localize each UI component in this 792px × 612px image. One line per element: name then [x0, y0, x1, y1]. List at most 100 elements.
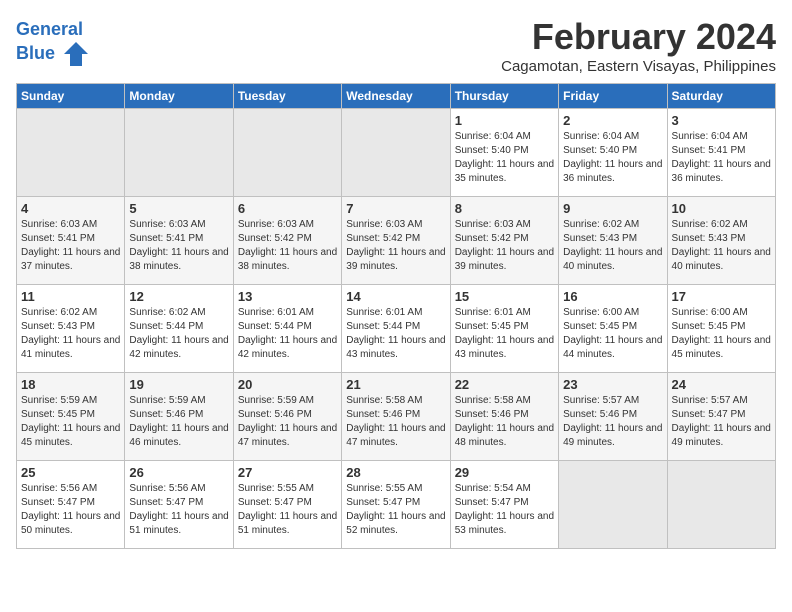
- daylight-label: Daylight: 11 hours and 43 minutes.: [455, 335, 554, 360]
- calendar-cell: 26Sunrise: 5:56 AMSunset: 5:47 PMDayligh…: [125, 461, 233, 549]
- sunrise-label: Sunrise: 6:00 AM: [563, 307, 639, 318]
- daylight-label: Daylight: 11 hours and 44 minutes.: [563, 335, 662, 360]
- calendar-cell: [233, 109, 341, 197]
- calendar-cell: 15Sunrise: 6:01 AMSunset: 5:45 PMDayligh…: [450, 285, 558, 373]
- header-sunday: Sunday: [17, 84, 125, 109]
- calendar-cell: 18Sunrise: 5:59 AMSunset: 5:45 PMDayligh…: [17, 373, 125, 461]
- calendar-cell: [342, 109, 450, 197]
- sunset-label: Sunset: 5:46 PM: [129, 409, 203, 420]
- sunrise-label: Sunrise: 5:57 AM: [672, 395, 748, 406]
- cell-content: Sunrise: 5:59 AMSunset: 5:46 PMDaylight:…: [129, 394, 228, 450]
- title-block: February 2024 Cagamotan, Eastern Visayas…: [501, 16, 776, 75]
- day-number: 25: [21, 465, 120, 480]
- day-number: 1: [455, 113, 554, 128]
- sunrise-label: Sunrise: 6:01 AM: [238, 307, 314, 318]
- sunrise-label: Sunrise: 6:02 AM: [672, 219, 748, 230]
- cell-content: Sunrise: 5:59 AM Sunset: 5:45 PM Daylight:…: [21, 394, 120, 450]
- calendar-cell: 13Sunrise: 6:01 AMSunset: 5:44 PMDayligh…: [233, 285, 341, 373]
- daylight-label: Daylight: 11 hours and 42 minutes.: [129, 335, 228, 360]
- logo-icon: [62, 40, 90, 68]
- daylight-label: Daylight: 11 hours and 38 minutes.: [129, 247, 228, 272]
- calendar-cell: 3 Sunrise: 6:04 AMSunset: 5:41 PMDaylight…: [667, 109, 775, 197]
- cell-content: Sunrise: 5:58 AMSunset: 5:46 PMDaylight:…: [346, 394, 445, 450]
- daylight-label: Daylight: 11 hours and 45 minutes.: [21, 423, 120, 448]
- day-number: 5: [129, 201, 228, 216]
- sunset-label: Sunset: 5:47 PM: [21, 497, 95, 508]
- calendar-cell: 21 Sunrise: 5:58 AMSunset: 5:46 PMDayligh…: [342, 373, 450, 461]
- sunset-label: Sunset: 5:47 PM: [455, 497, 529, 508]
- daylight-label: Daylight: 11 hours and 47 minutes.: [346, 423, 445, 448]
- sunrise-label: Sunrise: 6:03 AM: [129, 219, 205, 230]
- cell-content: Sunrise: 5:56 AMSunset: 5:47 PMDaylight:…: [129, 482, 228, 538]
- calendar-cell: 16Sunrise: 6:00 AMSunset: 5:45 PMDayligh…: [559, 285, 667, 373]
- day-number: 3: [672, 113, 771, 128]
- header-friday: Friday: [559, 84, 667, 109]
- day-number: 4: [21, 201, 120, 216]
- day-number: 19: [129, 377, 228, 392]
- daylight-label: Daylight: 11 hours and 51 minutes.: [238, 511, 337, 536]
- week-row-3: 18Sunrise: 5:59 AMSunset: 5:45 PMDayligh…: [17, 373, 776, 461]
- sunset-label: Sunset: 5:45 PM: [672, 321, 746, 332]
- month-title: February 2024: [501, 16, 776, 58]
- daylight-label: Daylight: 11 hours and 39 minutes.: [455, 247, 554, 272]
- calendar-cell: 17Sunrise: 6:00 AMSunset: 5:45 PMDayligh…: [667, 285, 775, 373]
- cell-content: Sunrise: 5:58 AM Sunset: 5:46 PM Daylight:…: [455, 394, 554, 450]
- sunset-label: Sunset: 5:45 PM: [21, 409, 95, 420]
- header-monday: Monday: [125, 84, 233, 109]
- cell-content: Sunrise: 6:03 AM Sunset: 5:41 PM Daylight:…: [129, 218, 228, 274]
- cell-content: Sunrise: 6:03 AMSunset: 5:42 PMDaylight:…: [346, 218, 445, 274]
- sunrise-label: Sunrise: 5:55 AM: [238, 483, 314, 494]
- day-number: 10: [672, 201, 771, 216]
- cell-content: Sunrise: 6:02 AMSunset: 5:43 PMDaylight:…: [672, 218, 771, 274]
- cell-content: Sunrise: 6:03 AMSunset: 5:42 PMDaylight:…: [238, 218, 337, 274]
- calendar-cell: 10 Sunrise: 6:02 AMSunset: 5:43 PMDayligh…: [667, 197, 775, 285]
- calendar-body: 1 Sunrise: 6:04 AMSunset: 5:40 PMDaylight…: [17, 109, 776, 549]
- sunset-label: Sunset: 5:46 PM: [455, 409, 529, 420]
- daylight-label: Daylight: 11 hours and 38 minutes.: [238, 247, 337, 272]
- cell-content: Sunrise: 5:57 AMSunset: 5:46 PMDaylight:…: [563, 394, 662, 450]
- daylight-label: Daylight: 11 hours and 36 minutes.: [672, 159, 771, 184]
- calendar-cell: 23Sunrise: 5:57 AMSunset: 5:46 PMDayligh…: [559, 373, 667, 461]
- sunset-label: Sunset: 5:44 PM: [346, 321, 420, 332]
- daylight-label: Daylight: 11 hours and 40 minutes.: [672, 247, 771, 272]
- calendar-cell: 11Sunrise: 6:02 AMSunset: 5:43 PMDayligh…: [17, 285, 125, 373]
- calendar-table: SundayMondayTuesdayWednesdayThursdayFrid…: [16, 83, 776, 549]
- cell-content: Sunrise: 5:56 AMSunset: 5:47 PMDaylight:…: [21, 482, 120, 538]
- calendar-cell: 2Sunrise: 6:04 AMSunset: 5:40 PMDaylight…: [559, 109, 667, 197]
- sunset-label: Sunset: 5:46 PM: [563, 409, 637, 420]
- sunrise-label: Sunrise: 5:54 AM: [455, 483, 531, 494]
- sunrise-label: Sunrise: 5:59 AM: [21, 395, 97, 406]
- sunset-label: Sunset: 5:41 PM: [129, 233, 203, 244]
- day-number: 29: [455, 465, 554, 480]
- daylight-label: Daylight: 11 hours and 50 minutes.: [21, 511, 120, 536]
- cell-content: Sunrise: 6:02 AMSunset: 5:43 PMDaylight:…: [563, 218, 662, 274]
- sunrise-label: Sunrise: 6:02 AM: [563, 219, 639, 230]
- day-number: 21: [346, 377, 445, 392]
- cell-content: Sunrise: 6:00 AM Sunset: 5:45 PM Daylight:…: [563, 306, 662, 362]
- calendar-cell: 25 Sunrise: 5:56 AMSunset: 5:47 PMDayligh…: [17, 461, 125, 549]
- day-number: 24: [672, 377, 771, 392]
- calendar-cell: 22Sunrise: 5:58 AMSunset: 5:46 PMDayligh…: [450, 373, 558, 461]
- sunrise-label: Sunrise: 5:58 AM: [455, 395, 531, 406]
- daylight-label: Daylight: 11 hours and 48 minutes.: [455, 423, 554, 448]
- day-number: 11: [21, 289, 120, 304]
- calendar-cell: 12Sunrise: 6:02 AMSunset: 5:44 PMDayligh…: [125, 285, 233, 373]
- calendar-cell: 28Sunrise: 5:55 AMSunset: 5:47 PMDayligh…: [342, 461, 450, 549]
- day-number: 14: [346, 289, 445, 304]
- calendar-cell: 6Sunrise: 6:03 AMSunset: 5:42 PMDaylight…: [233, 197, 341, 285]
- week-row-0: 1 Sunrise: 6:04 AMSunset: 5:40 PMDaylight…: [17, 109, 776, 197]
- week-row-2: 11Sunrise: 6:02 AMSunset: 5:43 PMDayligh…: [17, 285, 776, 373]
- sunrise-label: Sunrise: 5:58 AM: [346, 395, 422, 406]
- sunset-label: Sunset: 5:45 PM: [563, 321, 637, 332]
- day-number: 13: [238, 289, 337, 304]
- cell-content: Sunrise: 6:04 AMSunset: 5:41 PMDaylight:…: [672, 130, 771, 186]
- daylight-label: Daylight: 11 hours and 36 minutes.: [563, 159, 662, 184]
- calendar-cell: 24Sunrise: 5:57 AMSunset: 5:47 PMDayligh…: [667, 373, 775, 461]
- day-number: 12: [129, 289, 228, 304]
- cell-content: Sunrise: 6:04 AMSunset: 5:40 PMDaylight:…: [563, 130, 662, 186]
- sunrise-label: Sunrise: 6:03 AM: [21, 219, 97, 230]
- daylight-label: Daylight: 11 hours and 42 minutes.: [238, 335, 337, 360]
- header-tuesday: Tuesday: [233, 84, 341, 109]
- calendar-cell: 7Sunrise: 6:03 AMSunset: 5:42 PMDaylight…: [342, 197, 450, 285]
- sunrise-label: Sunrise: 6:02 AM: [129, 307, 205, 318]
